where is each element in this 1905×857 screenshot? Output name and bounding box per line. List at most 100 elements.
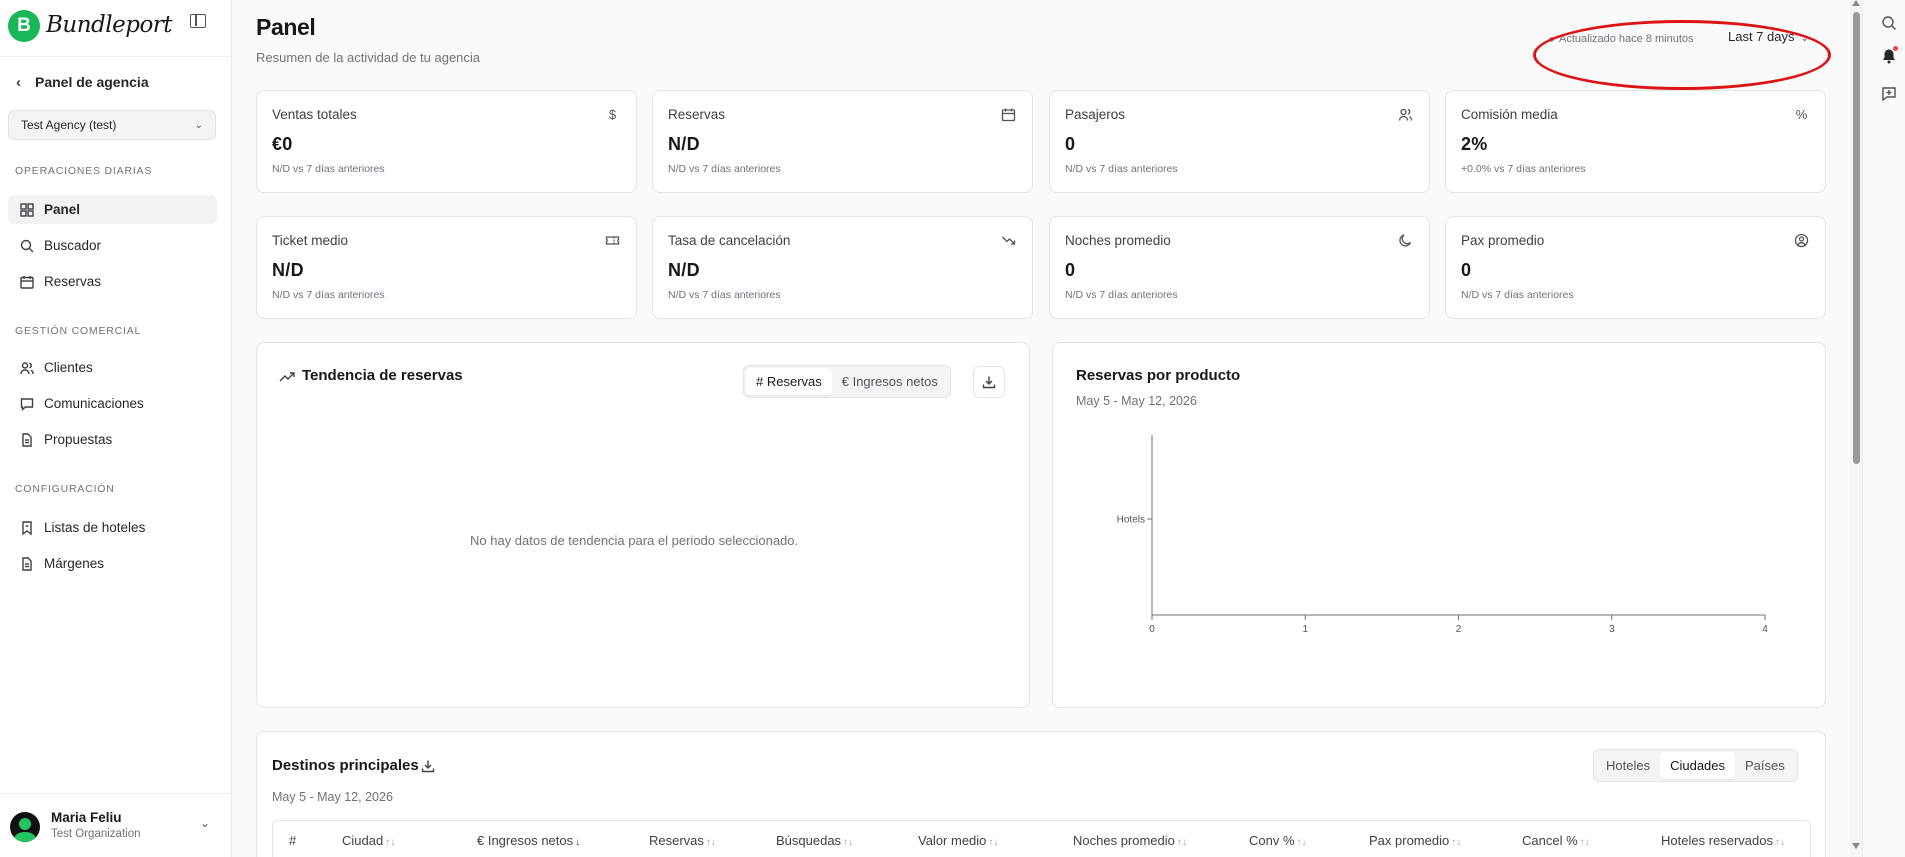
sidebar-item-margins[interactable]: Márgenes <box>8 549 217 578</box>
sidebar-item-hotel-lists[interactable]: Listas de hoteles <box>8 513 217 542</box>
chevron-left-icon: ‹ <box>16 73 21 91</box>
calendar-icon <box>20 275 34 289</box>
sidebar: B Bundleport ‹ Panel de agencia Test Age… <box>0 0 232 857</box>
column-label: Valor medio <box>918 833 987 848</box>
trend-metric-toggle: # Reservas € Ingresos netos <box>743 365 951 398</box>
destinations-title: Destinos principales <box>272 757 419 774</box>
download-icon <box>421 760 435 773</box>
user-name: Maria Feliu <box>51 810 122 825</box>
scrollbar-thumb[interactable] <box>1853 12 1860 464</box>
sidebar-item-communications[interactable]: Comunicaciones <box>8 389 217 418</box>
kpi-label: Ventas totales <box>272 107 357 122</box>
kpi-card-average-commission: Comisión media % 2% +0.0% vs 7 días ante… <box>1445 90 1826 193</box>
column-header-conversion[interactable]: Conv % ↑↓ <box>1249 833 1307 848</box>
chevron-down-icon: ⌄ <box>200 816 211 830</box>
annotation-highlight-ellipse <box>1533 20 1831 90</box>
trending-down-icon <box>1001 233 1016 248</box>
logo-text: Bundleport <box>46 12 173 38</box>
column-label: Noches promedio <box>1073 833 1175 848</box>
sort-icon: ↑↓ <box>1296 837 1307 848</box>
trend-empty-message: No hay datos de tendencia para el period… <box>470 533 799 548</box>
scroll-up-arrow-icon[interactable] <box>1852 0 1860 6</box>
sidebar-item-label: Buscador <box>44 238 102 253</box>
product-chart-range: May 5 - May 12, 2026 <box>1076 394 1197 408</box>
divider <box>0 56 232 57</box>
column-header-average-pax[interactable]: Pax promedio ↑↓ <box>1369 833 1461 848</box>
column-label: Hoteles reservados <box>1661 833 1773 848</box>
user-menu[interactable]: Maria Feliu Test Organization ⌄ <box>10 808 216 844</box>
column-label: Cancel % <box>1522 833 1578 848</box>
search-icon <box>20 239 34 253</box>
back-to-agency-panel[interactable]: ‹ Panel de agencia <box>16 72 149 92</box>
column-label: Pax promedio <box>1369 833 1450 848</box>
add-comment-icon[interactable] <box>1881 86 1897 102</box>
column-header-average-value[interactable]: Valor medio ↑↓ <box>918 833 998 848</box>
sort-icon: ↑↓ <box>1451 837 1462 848</box>
toggle-net-revenue[interactable]: € Ingresos netos <box>832 368 948 395</box>
kpi-value: N/D <box>668 260 700 280</box>
toggle-bookings[interactable]: # Reservas <box>746 368 832 395</box>
sidebar-item-proposals[interactable]: Propuestas <box>8 425 217 454</box>
sidebar-item-panel[interactable]: Panel <box>8 195 217 224</box>
download-trend-button[interactable] <box>973 366 1005 398</box>
sidebar-item-clients[interactable]: Clientes <box>8 353 217 382</box>
x-tick-label: 4 <box>1762 624 1768 635</box>
kpi-delta: N/D vs 7 días anteriores <box>272 163 385 175</box>
destinations-range: May 5 - May 12, 2026 <box>272 790 393 804</box>
download-icon <box>982 376 996 389</box>
toggle-hotels[interactable]: Hoteles <box>1596 752 1660 779</box>
toggle-countries[interactable]: Países <box>1735 752 1795 779</box>
kpi-delta: N/D vs 7 días anteriores <box>668 289 781 301</box>
moon-icon <box>1398 233 1413 248</box>
kpi-delta: +0.0% vs 7 días anteriores <box>1461 163 1586 175</box>
sidebar-item-label: Panel <box>44 202 81 217</box>
sort-icon: ↑↓ <box>1775 837 1785 848</box>
toggle-cities[interactable]: Ciudades <box>1660 752 1736 779</box>
column-header-searches[interactable]: Búsquedas ↑↓ <box>776 833 853 848</box>
kpi-delta: N/D vs 7 días anteriores <box>1065 289 1178 301</box>
kpi-delta: N/D vs 7 días anteriores <box>272 289 385 301</box>
column-label: € Ingresos netos <box>477 833 574 848</box>
x-tick-label: 3 <box>1609 624 1615 635</box>
column-header-net-revenue[interactable]: € Ingresos netos ↓ <box>477 833 580 848</box>
column-label: Ciudad <box>342 833 384 848</box>
dollar-icon: $ <box>608 107 617 122</box>
kpi-value: N/D <box>272 260 304 280</box>
column-header-booked-hotels[interactable]: Hoteles reservados ↑↓ <box>1661 833 1785 848</box>
column-header-bookings[interactable]: Reservas ↑↓ <box>649 833 716 848</box>
kpi-delta: N/D vs 7 días anteriores <box>668 163 781 175</box>
column-header-city[interactable]: Ciudad ↑↓ <box>342 833 395 848</box>
agency-select[interactable]: Test Agency (test) ⌄ <box>8 110 216 140</box>
kpi-card-passengers: Pasajeros 0 N/D vs 7 días anteriores <box>1049 90 1430 193</box>
sidebar-item-label: Listas de hoteles <box>44 520 146 535</box>
search-icon[interactable] <box>1881 15 1897 31</box>
kpi-value: 0 <box>1065 260 1076 280</box>
column-header-cancellation[interactable]: Cancel % ↑↓ <box>1522 833 1590 848</box>
kpi-value: 0 <box>1461 260 1472 280</box>
ticket-icon <box>605 233 620 248</box>
sidebar-item-label: Márgenes <box>44 556 105 571</box>
back-label: Panel de agencia <box>35 74 149 90</box>
sort-icon: ↑↓ <box>385 837 396 848</box>
chevron-down-icon: ⌄ <box>194 119 203 131</box>
x-tick-label: 1 <box>1302 624 1308 635</box>
column-label: Búsquedas <box>776 833 842 848</box>
kpi-card-average-pax: Pax promedio 0 N/D vs 7 días anteriores <box>1445 216 1826 319</box>
percent-icon: % <box>1795 107 1808 122</box>
kpi-label: Pasajeros <box>1065 107 1126 122</box>
document-icon <box>20 432 34 447</box>
layout-grid-icon <box>20 202 34 217</box>
sidebar-item-bookings[interactable]: Reservas <box>8 267 217 296</box>
sort-desc-icon: ↓ <box>575 837 581 848</box>
bookmark-list-icon <box>20 520 34 535</box>
sort-icon: ↑↓ <box>705 837 716 848</box>
sidebar-item-search[interactable]: Buscador <box>8 231 217 260</box>
sidebar-toggle-icon[interactable] <box>190 14 206 28</box>
page-scrollbar[interactable] <box>1850 0 1862 857</box>
download-destinations-button[interactable] <box>416 756 440 776</box>
column-header-average-nights[interactable]: Noches promedio ↑↓ <box>1073 833 1187 848</box>
sidebar-item-label: Propuestas <box>44 432 113 447</box>
scroll-down-arrow-icon[interactable] <box>1852 843 1860 849</box>
page-title: Panel <box>256 14 316 40</box>
x-tick-label: 0 <box>1149 624 1155 635</box>
